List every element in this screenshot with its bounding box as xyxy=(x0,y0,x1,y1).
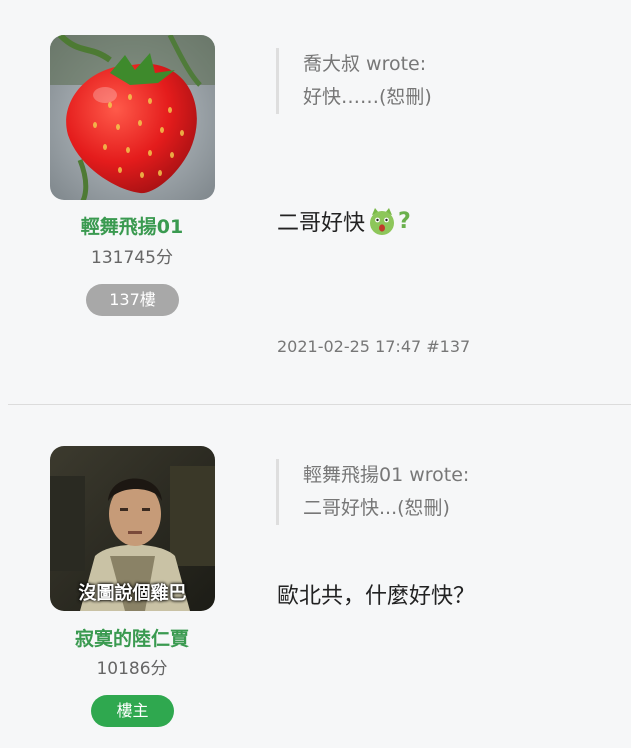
avatar[interactable]: 沒圖說個雞巴 xyxy=(50,446,215,611)
user-score: 10186分 xyxy=(96,659,168,679)
post-text: 二哥好快 xyxy=(277,211,366,236)
quote-block: 喬大叔 wrote: 好快……(恕刪) xyxy=(276,48,432,114)
post-137: 輕舞飛揚01 131745分 137樓 喬大叔 wrote: 好快……(恕刪) … xyxy=(0,0,631,404)
post-owner-reply: 沒圖說個雞巴 寂寞的陸仁賈 10186分 樓主 輕舞飛揚01 wrote: 二哥… xyxy=(0,405,631,748)
username[interactable]: 輕舞飛揚01 xyxy=(32,212,232,239)
quote-text: 好快……(恕刪) xyxy=(303,86,432,108)
quote-text: 二哥好快...(恕刪) xyxy=(303,497,450,519)
username[interactable]: 寂寞的陸仁賈 xyxy=(32,624,232,651)
thread-owner-badge: 樓主 xyxy=(91,695,174,727)
post-text: 歐北共，什麼好快？ xyxy=(277,584,476,609)
avatar-caption: 沒圖說個雞巴 xyxy=(78,583,187,604)
surprised-cat-emoji-icon xyxy=(367,206,397,236)
quote-block: 輕舞飛揚01 wrote: 二哥好快...(恕刪) xyxy=(276,459,469,525)
strawberry-avatar-image xyxy=(50,35,215,200)
post-content: 二哥好快 ? xyxy=(277,205,411,237)
avatar[interactable] xyxy=(50,35,215,200)
user-score: 131745分 xyxy=(91,248,173,268)
floor-badge: 137樓 xyxy=(86,284,179,316)
post-timestamp[interactable]: 2021-02-25 17:47 #137 xyxy=(277,337,470,356)
quote-author: 輕舞飛揚01 wrote: xyxy=(303,464,470,486)
quote-author: 喬大叔 wrote: xyxy=(303,53,427,75)
post-content: 歐北共，什麼好快？ xyxy=(277,578,475,610)
question-mark-icon: ? xyxy=(398,208,411,234)
